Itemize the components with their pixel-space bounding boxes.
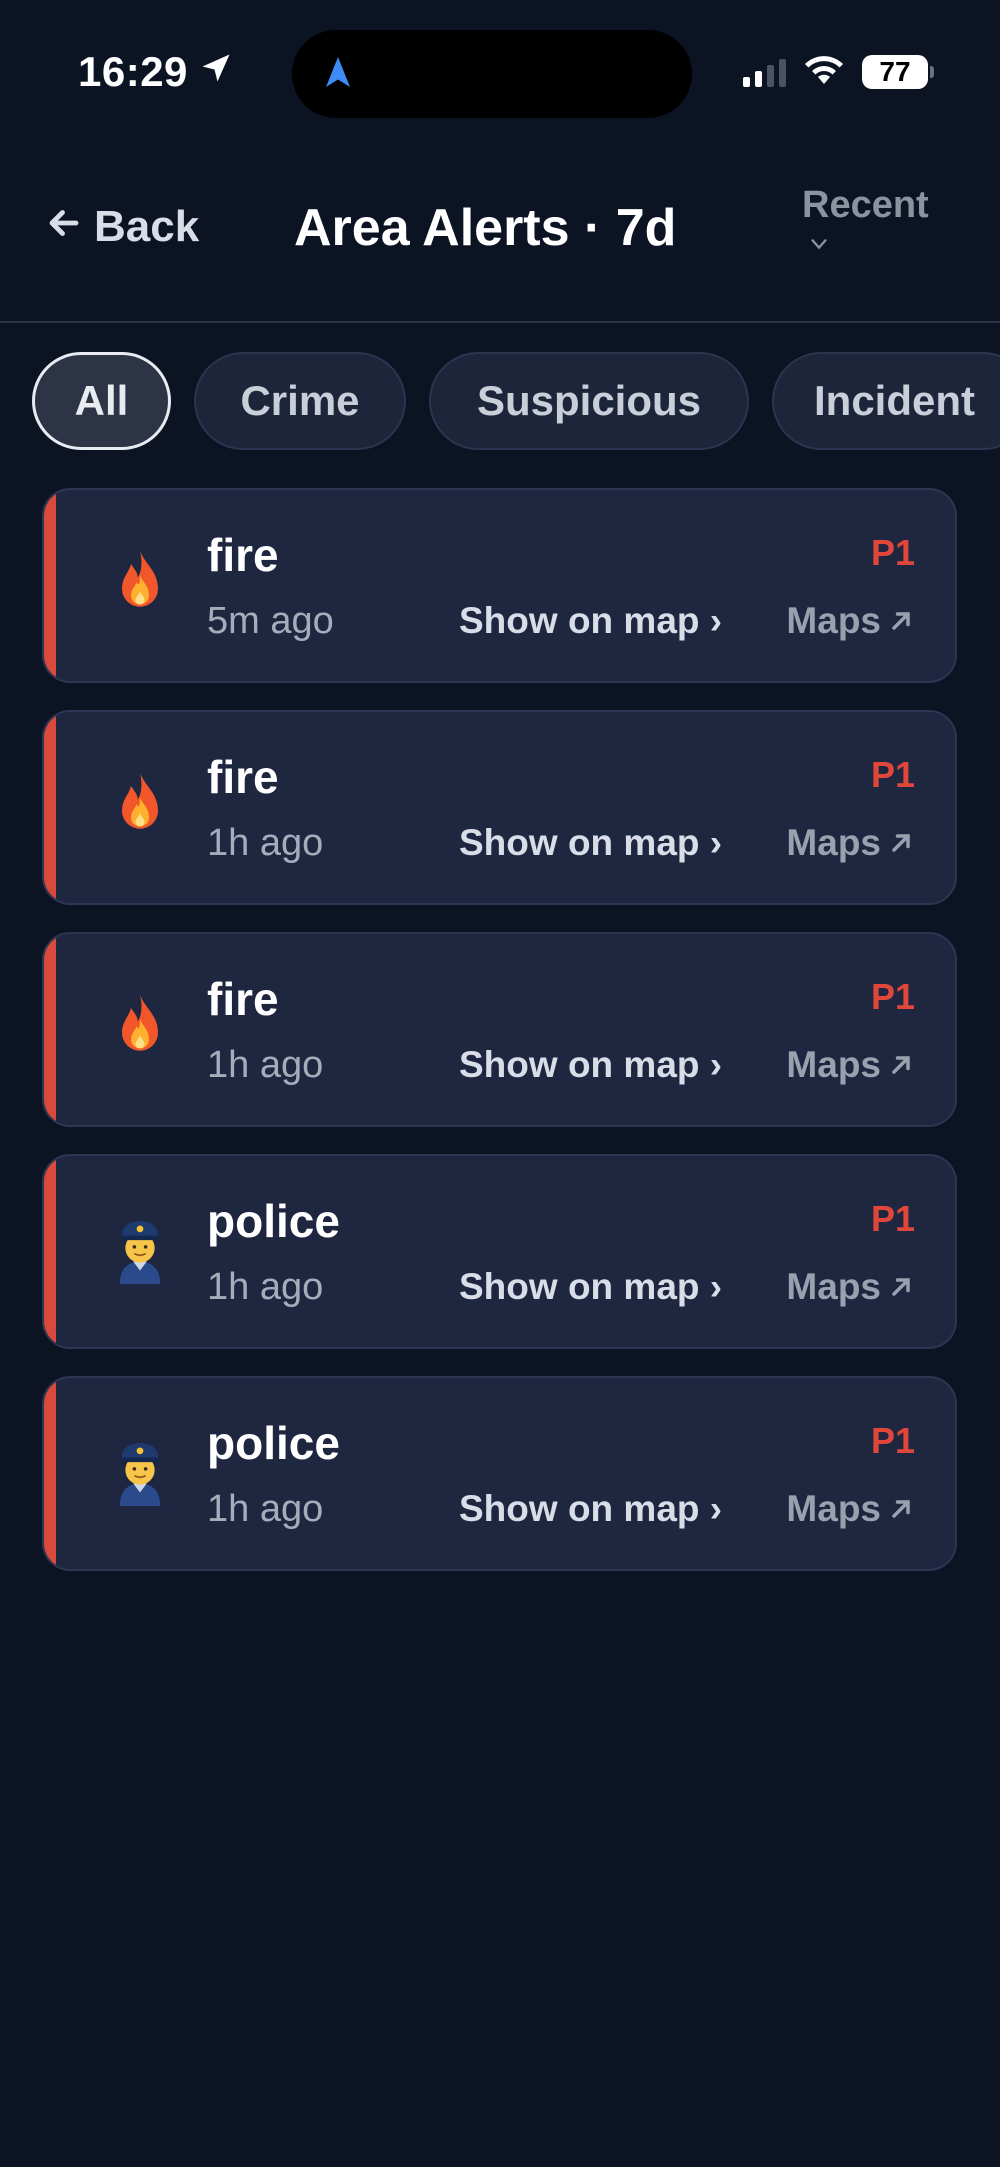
status-bar: 16:29 77 [0, 0, 1000, 150]
alert-time: 1h ago [207, 1266, 324, 1308]
back-arrow-icon [46, 202, 82, 252]
alert-time: 1h ago [207, 1044, 324, 1086]
open-in-maps-link[interactable]: Maps [786, 1266, 915, 1308]
priority-badge: P1 [870, 1198, 915, 1239]
filter-chip-label: Suspicious [476, 377, 702, 424]
open-in-maps-link[interactable]: Maps [786, 1044, 915, 1086]
show-on-map-link[interactable]: Show on map › [459, 1488, 722, 1530]
alert-card[interactable]: fire 5m ago P1 Show on map › Maps [42, 488, 957, 683]
open-in-maps-link[interactable]: Maps [786, 1488, 915, 1530]
police-officer-icon [100, 1434, 180, 1514]
filter-chips: All Crime Suspicious Incident [0, 352, 1000, 452]
filter-chip-incident[interactable]: Incident [772, 352, 1000, 450]
priority-accent-bar [44, 490, 56, 681]
alert-title: fire [207, 973, 279, 1025]
alert-time: 1h ago [207, 822, 324, 864]
dynamic-island [292, 30, 692, 118]
alert-card[interactable]: police 1h ago P1 Show on map › Maps [42, 1376, 957, 1571]
back-button[interactable]: Back [46, 202, 199, 252]
show-on-map-link[interactable]: Show on map › [459, 1266, 722, 1308]
maps-label: Maps [786, 1266, 881, 1307]
page-title: Area Alerts · 7d [294, 199, 677, 257]
sort-dropdown[interactable]: Recent [802, 184, 952, 255]
status-indicators: 77 [743, 52, 934, 91]
priority-accent-bar [44, 934, 56, 1125]
priority-badge: P1 [870, 754, 915, 795]
header: Back Area Alerts · 7d Recent [0, 150, 1000, 323]
filter-chip-label: Incident [814, 377, 976, 424]
alert-list: fire 5m ago P1 Show on map › Maps fire 1… [42, 488, 957, 1598]
filter-chip-crime[interactable]: Crime [194, 352, 406, 450]
priority-accent-bar [44, 1156, 56, 1347]
navigation-arrow-icon [320, 54, 356, 95]
maps-label: Maps [786, 1488, 881, 1529]
clock-label: 16:29 [78, 48, 188, 95]
priority-badge: P1 [870, 532, 915, 573]
filter-chip-suspicious[interactable]: Suspicious [429, 352, 749, 450]
open-in-maps-link[interactable]: Maps [786, 600, 915, 642]
fire-icon [100, 990, 180, 1070]
maps-label: Maps [786, 600, 881, 641]
alert-title: police [207, 1417, 340, 1469]
alert-time: 1h ago [207, 1488, 324, 1530]
priority-accent-bar [44, 712, 56, 903]
external-arrow-icon [892, 1500, 910, 1518]
alert-card[interactable]: police 1h ago P1 Show on map › Maps [42, 1154, 957, 1349]
alert-title: police [207, 1195, 340, 1247]
maps-label: Maps [786, 822, 881, 863]
external-arrow-icon [892, 1278, 910, 1296]
alert-card[interactable]: fire 1h ago P1 Show on map › Maps [42, 710, 957, 905]
signal-icon [743, 57, 786, 87]
sort-label: Recent [802, 184, 929, 226]
filter-chip-all[interactable]: All [32, 352, 171, 450]
wifi-icon [802, 52, 846, 91]
external-arrow-icon [892, 834, 910, 852]
filter-chip-label: Crime [240, 377, 360, 424]
show-on-map-link[interactable]: Show on map › [459, 1044, 722, 1086]
external-arrow-icon [892, 1056, 910, 1074]
status-time: 16:29 [78, 48, 234, 96]
priority-badge: P1 [870, 1420, 915, 1461]
show-on-map-link[interactable]: Show on map › [459, 600, 722, 642]
chevron-down-icon [811, 239, 827, 250]
alert-time: 5m ago [207, 600, 334, 642]
battery-icon: 77 [862, 54, 934, 89]
fire-icon [100, 768, 180, 848]
police-officer-icon [100, 1212, 180, 1292]
fire-icon [100, 546, 180, 626]
open-in-maps-link[interactable]: Maps [786, 822, 915, 864]
alert-title: fire [207, 529, 279, 581]
priority-badge: P1 [870, 976, 915, 1017]
location-arrow-icon [198, 48, 234, 96]
external-arrow-icon [892, 612, 910, 630]
show-on-map-link[interactable]: Show on map › [459, 822, 722, 864]
back-label: Back [94, 202, 200, 251]
alert-title: fire [207, 751, 279, 803]
filter-chip-label: All [74, 377, 129, 424]
priority-accent-bar [44, 1378, 56, 1569]
maps-label: Maps [786, 1044, 881, 1085]
alert-card[interactable]: fire 1h ago P1 Show on map › Maps [42, 932, 957, 1127]
battery-level: 77 [862, 54, 928, 89]
